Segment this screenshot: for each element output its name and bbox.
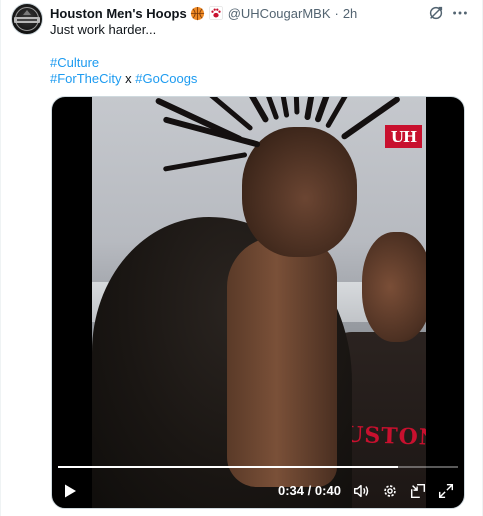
time-separator: / [307,483,312,498]
hashtag-culture[interactable]: #Culture [50,55,99,70]
video-frame[interactable]: OUSTON UH [92,97,426,508]
fullscreen-icon[interactable] [437,482,455,500]
settings-icon[interactable] [381,482,399,500]
volume-icon[interactable] [352,482,370,500]
hashtag-forthecity[interactable]: #ForTheCity [50,71,122,86]
paw-print-icon[interactable] [208,6,223,20]
tweet-text: Just work harder... #Culture #ForTheCity… [50,22,197,87]
time-display: 0:34 / 0:40 [278,483,341,498]
handle[interactable]: @UHCougarMBK [228,6,331,21]
background-player-head [362,232,426,342]
basketball-badge-icon[interactable] [190,6,205,21]
hashtag-gocoogs[interactable]: #GoCoogs [135,71,197,86]
current-time: 0:34 [278,483,305,498]
display-name[interactable]: Houston Men's Hoops [50,6,187,21]
hair-strand [291,97,300,115]
video-player[interactable]: OUSTON UH 0:34 / 0:40 [51,96,465,509]
connector-text: x [125,71,132,86]
play-icon[interactable] [62,483,78,499]
progress-fill [58,466,398,468]
grok-icon[interactable] [427,4,445,22]
progress-bar[interactable] [58,466,458,468]
tweet-header: Houston Men's Hoops @UHCougarMBK · 2h [50,4,357,22]
more-options-icon[interactable] [451,4,469,22]
timestamp[interactable]: 2h [343,6,357,21]
picture-in-picture-icon[interactable] [409,482,427,500]
video-controls: 0:34 / 0:40 [52,477,464,507]
duration: 0:40 [314,483,341,498]
uh-logo: UH [385,125,422,148]
uh-logo-text: UH [390,127,417,146]
tweet[interactable]: Houston Men's Hoops @UHCougarMBK · 2h Ju… [0,0,483,516]
text-spacer [50,38,197,55]
avatar[interactable] [11,3,43,35]
separator-dot: · [334,5,339,21]
main-player-arm [227,237,337,487]
text-line: Just work harder... [50,22,157,37]
avatar-band [14,17,40,23]
hair-strand [162,152,248,172]
